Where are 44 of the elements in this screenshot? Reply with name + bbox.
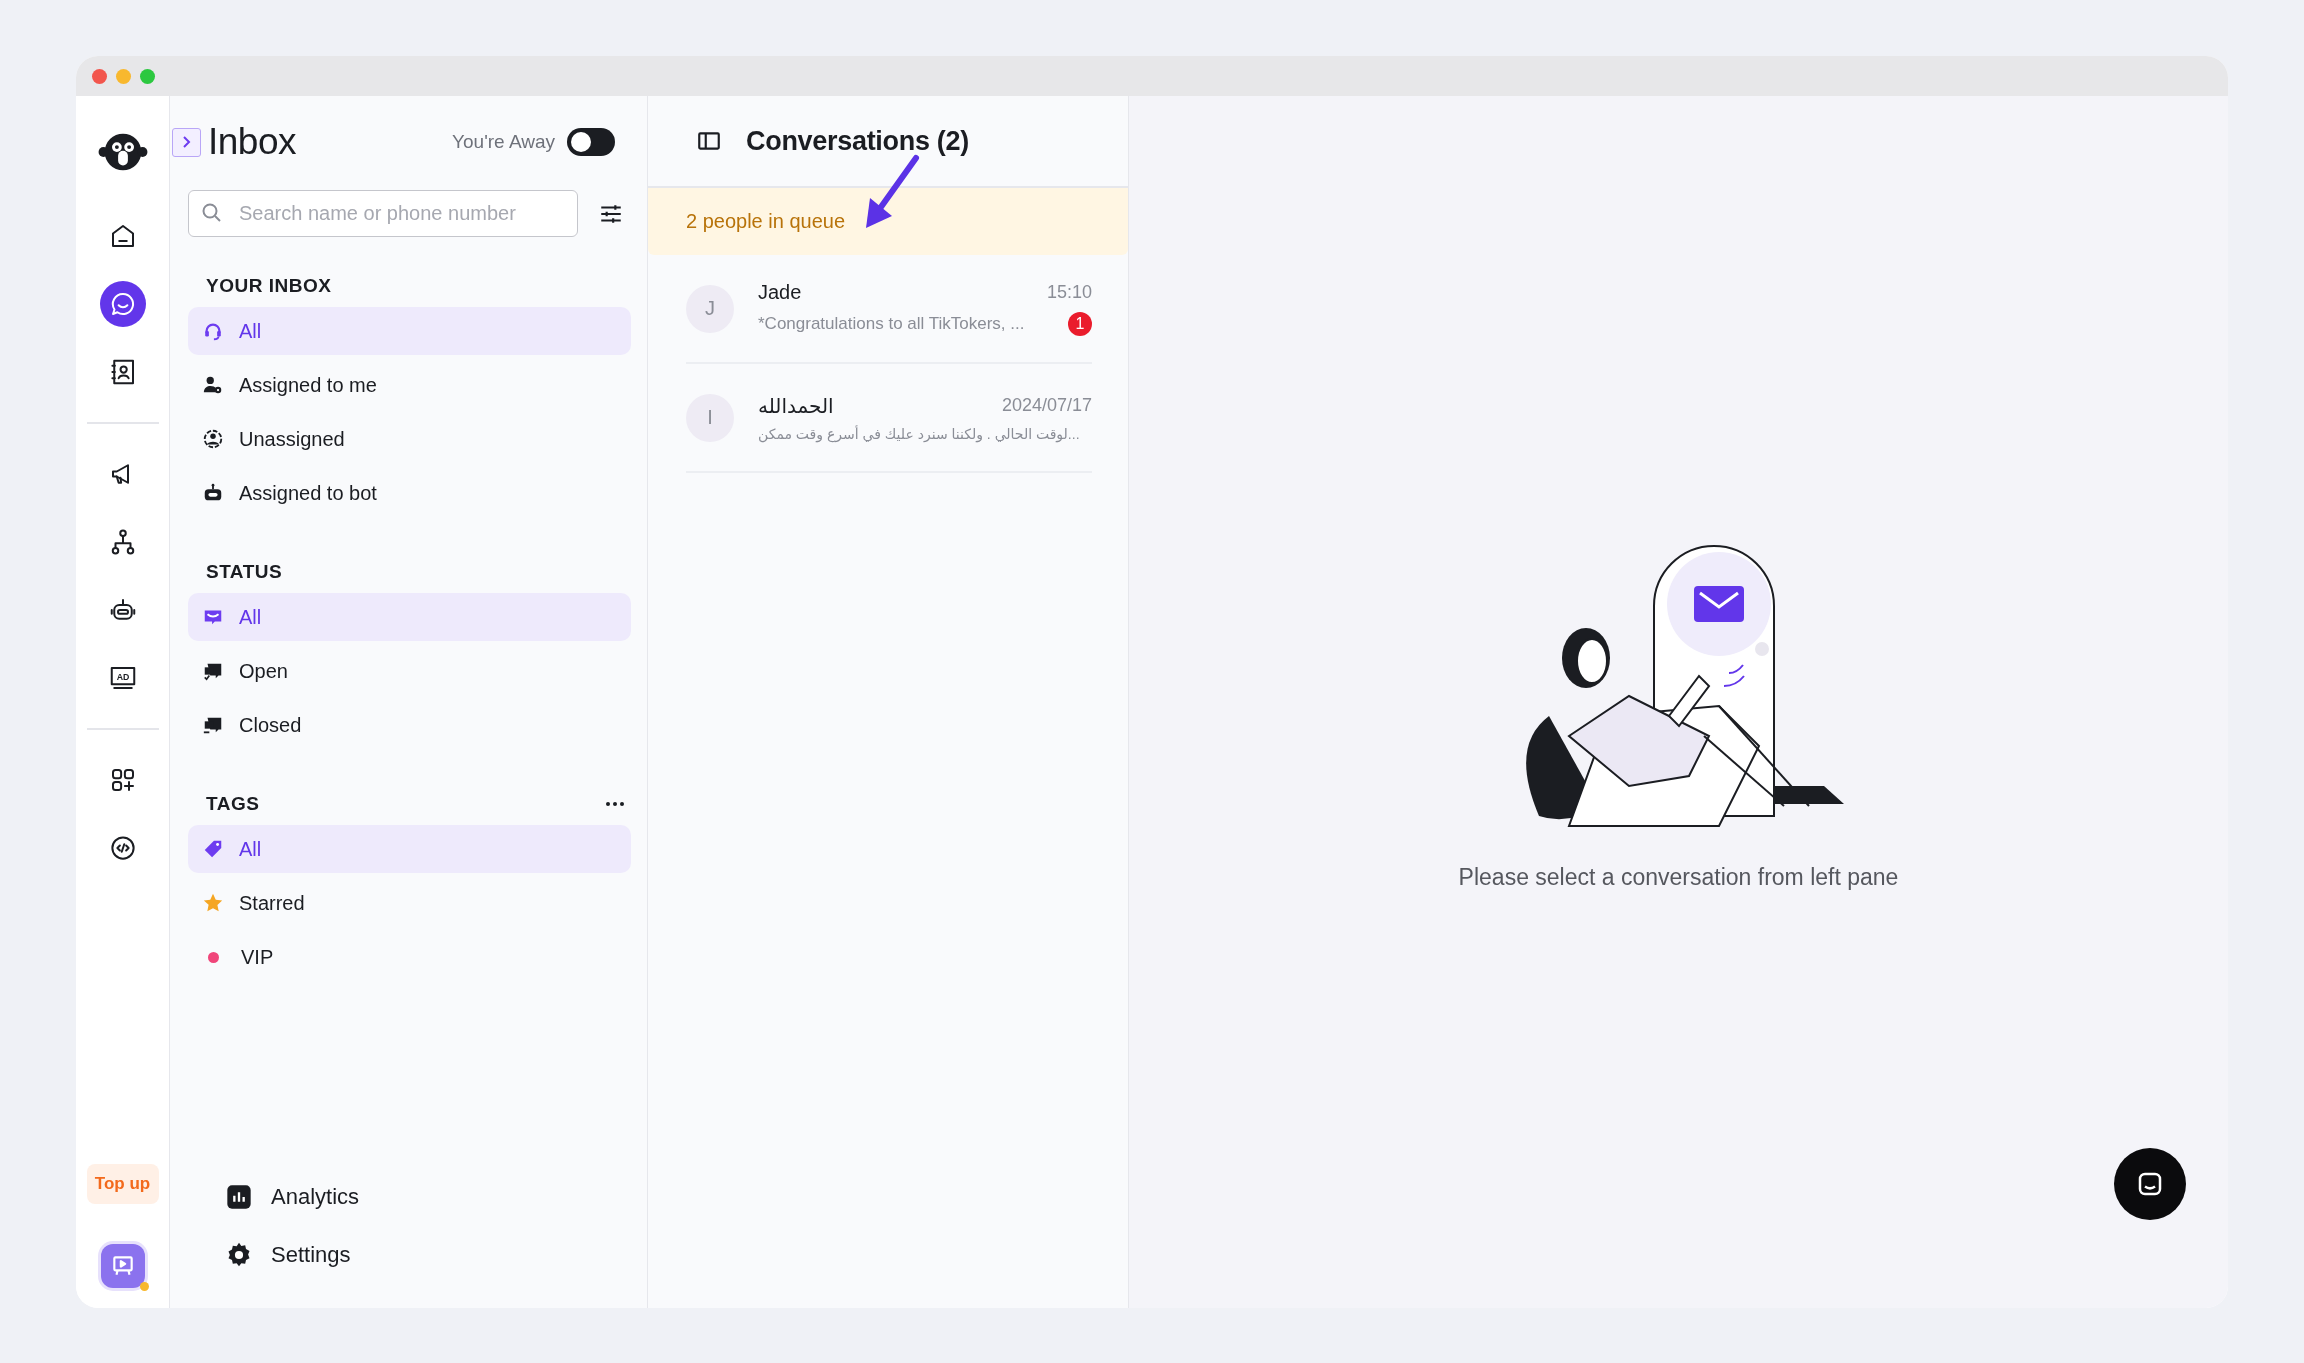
conversations-title: Conversations (2) xyxy=(746,125,969,157)
filter-item[interactable]: Unassigned xyxy=(188,415,631,463)
message-time: 2024/07/17 xyxy=(1001,395,1092,416)
avatar: I xyxy=(686,393,734,442)
filter-item[interactable]: Assigned to bot xyxy=(188,469,631,517)
footer-link[interactable]: Settings xyxy=(188,1226,631,1284)
minimize-dot-icon[interactable] xyxy=(116,68,131,84)
message-preview: *Congratulations to all TikTokers, ... xyxy=(758,314,1025,334)
empty-state-message: Please select a conversation from left pane xyxy=(1458,864,1899,891)
contact-name: Jade xyxy=(758,281,802,304)
filter-item[interactable]: VIP xyxy=(188,933,631,981)
more-icon[interactable] xyxy=(605,801,625,807)
filter-item[interactable]: All xyxy=(188,307,631,355)
message-preview: ...لوقت الحالي . ولكننا سنرد عليك في أسرع وقت ممكن xyxy=(758,425,1080,442)
footer-link[interactable]: Analytics xyxy=(188,1168,631,1226)
message-time: 15:10 xyxy=(1046,282,1092,303)
filter-item[interactable]: Open xyxy=(188,647,631,695)
queue-banner[interactable]: 2 people in queue xyxy=(648,188,1128,255)
conversation-item[interactable]: J Jade 15:10 *Congratulations to all TikTokers, ... 1 xyxy=(686,255,1092,364)
filter-item[interactable]: Closed xyxy=(188,701,631,749)
filter-item[interactable]: All xyxy=(188,593,631,641)
star-icon xyxy=(202,892,224,914)
person-ring-icon xyxy=(202,428,224,450)
maximize-dot-icon[interactable] xyxy=(140,68,155,84)
chat-icon[interactable] xyxy=(99,281,146,327)
avatar: J xyxy=(686,284,734,333)
away-label: You're Away xyxy=(452,131,555,153)
tag-icon xyxy=(202,838,224,860)
section-heading: TAGS xyxy=(206,793,260,815)
filter-item[interactable]: All xyxy=(188,825,631,873)
close-dot-icon[interactable] xyxy=(92,68,107,84)
filter-item[interactable]: Starred xyxy=(188,879,631,927)
search-field[interactable]: Search name or phone number xyxy=(188,190,578,237)
contact-name: الحمدالله xyxy=(758,393,834,418)
section-heading: YOUR INBOX xyxy=(206,275,332,297)
bar-chart-icon xyxy=(225,1183,253,1211)
unread-count: 1 xyxy=(1068,312,1092,336)
expand-button[interactable] xyxy=(172,127,201,157)
inbox-title: Inbox xyxy=(208,121,296,163)
filter-item[interactable]: Assigned to me xyxy=(188,361,631,409)
away-toggle[interactable] xyxy=(567,128,615,156)
chevron-icon xyxy=(180,135,193,149)
person-gear-icon xyxy=(202,374,224,396)
section-heading: STATUS xyxy=(206,561,283,583)
